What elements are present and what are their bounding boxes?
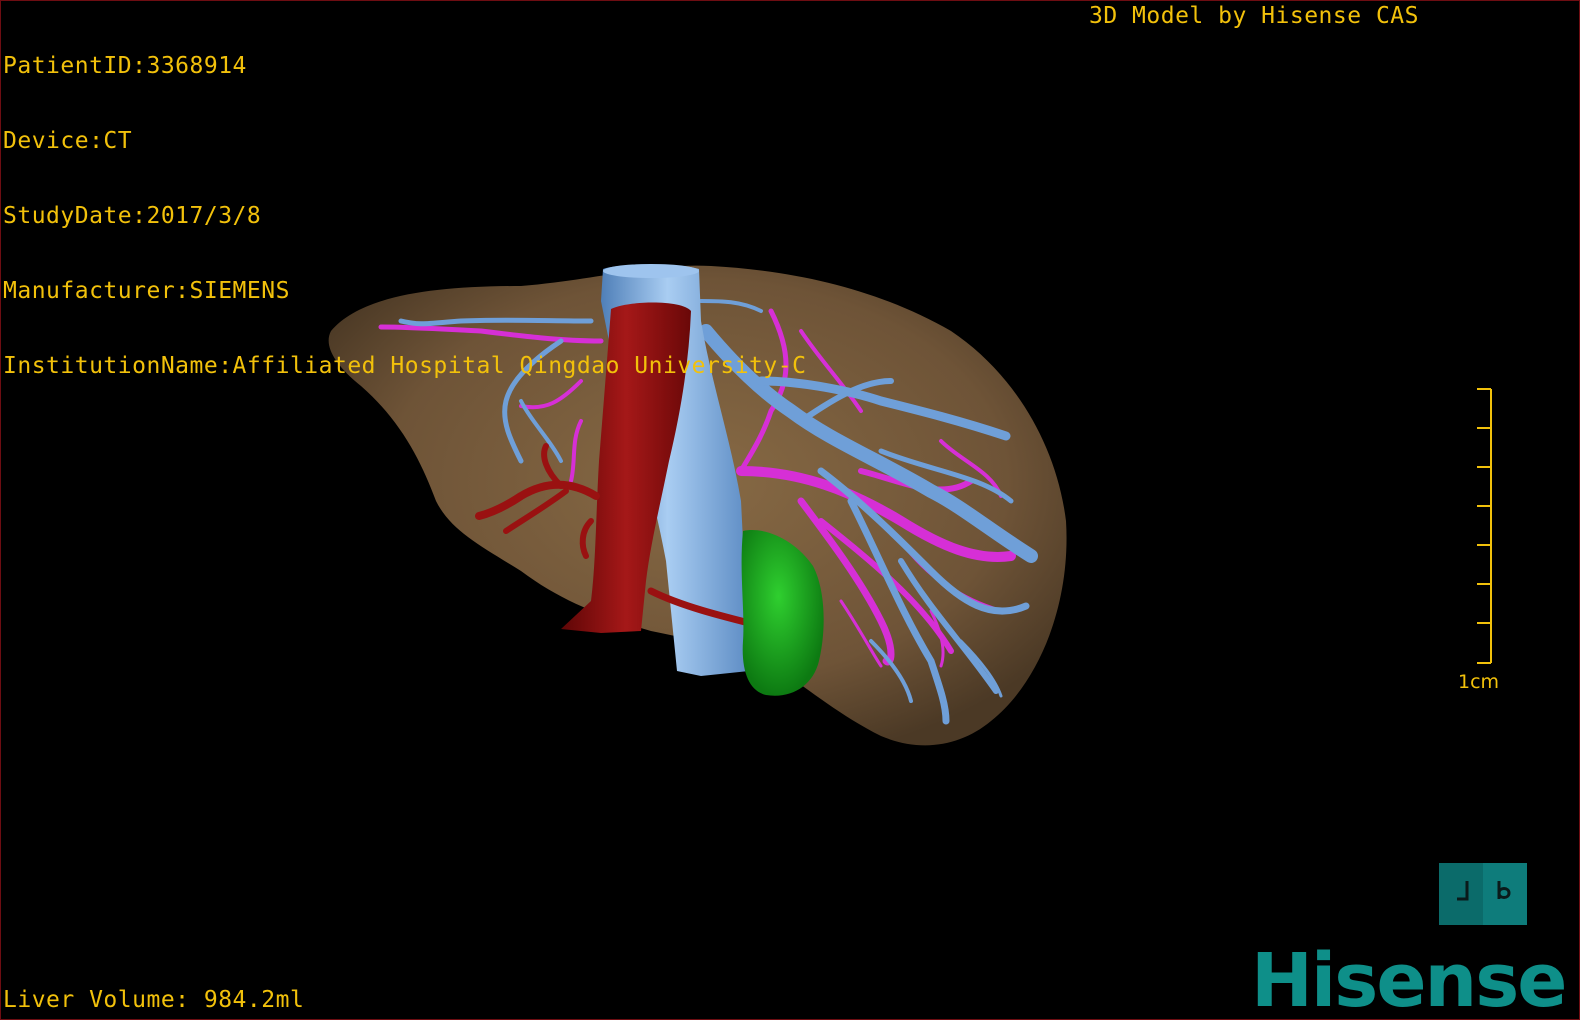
study-date-text: StudyDate:2017/3/8 <box>3 203 262 229</box>
3d-viewport[interactable]: PatientID:3368914 Device:CT StudyDate:20… <box>0 0 1580 1020</box>
patient-id-text: PatientID:3368914 <box>3 53 247 79</box>
dicom-info-overlay: PatientID:3368914 Device:CT StudyDate:20… <box>3 4 806 429</box>
model-credit-text: 3D Model by Hisense CAS <box>1089 3 1419 29</box>
liver-volume-text: Liver Volume: 984.2ml <box>3 987 305 1013</box>
manufacturer-text: Manufacturer:SIEMENS <box>3 278 290 304</box>
hisense-logo: Hisense <box>1251 938 1567 1020</box>
scale-bar-label: 1cm <box>1458 671 1500 693</box>
institution-text: InstitutionName:Affiliated Hospital Qing… <box>3 353 807 379</box>
device-text: Device:CT <box>3 128 133 154</box>
scale-bar <box>1477 388 1492 664</box>
orientation-cube-glyphs <box>1457 881 1511 901</box>
